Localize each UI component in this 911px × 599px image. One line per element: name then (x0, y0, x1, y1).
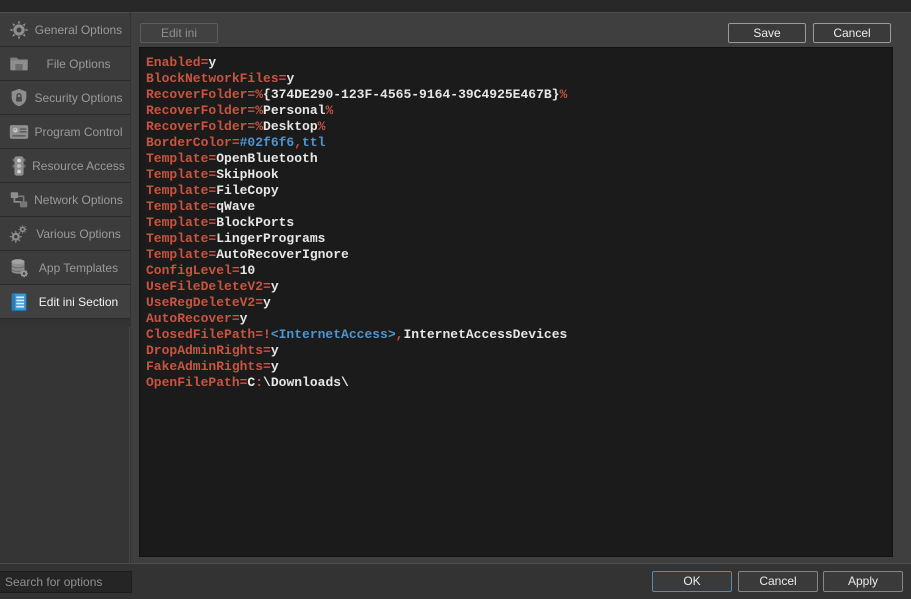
ini-line: ClosedFilePath=!<InternetAccess>,Interne… (146, 327, 892, 343)
folder-icon (7, 52, 31, 76)
ini-editor[interactable]: Enabled=yBlockNetworkFiles=yRecoverFolde… (139, 47, 893, 557)
sidebar-item-label: File Options (31, 57, 130, 71)
ini-line: DropAdminRights=y (146, 343, 892, 359)
sidebar-item-security-options[interactable]: Security Options (0, 81, 130, 115)
ini-line: UseRegDeleteV2=y (146, 295, 892, 311)
sidebar-item-network-options[interactable]: Network Options (0, 183, 130, 217)
save-button[interactable]: Save (728, 23, 806, 43)
ini-line: Template=FileCopy (146, 183, 892, 199)
ini-line: Template=SkipHook (146, 167, 892, 183)
options-sidebar: General Options File Options Security Op… (0, 12, 130, 319)
sidebar-item-various-options[interactable]: Various Options (0, 217, 130, 251)
sidebar-item-general-options[interactable]: General Options (0, 13, 130, 47)
sidebar-item-label: Security Options (31, 91, 130, 105)
sidebar-item-label: Program Control (31, 125, 130, 139)
apply-button[interactable]: Apply (823, 571, 903, 592)
notebook-icon (7, 290, 31, 314)
edit-ini-button[interactable]: Edit ini (140, 23, 218, 43)
traffic-light-icon (7, 154, 31, 178)
ini-line: AutoRecover=y (146, 311, 892, 327)
cancel-button-bottom[interactable]: Cancel (738, 571, 818, 592)
ini-line: Enabled=y (146, 55, 892, 71)
ini-line: FakeAdminRights=y (146, 359, 892, 375)
sidebar-item-label: Resource Access (31, 159, 130, 173)
search-input[interactable] (0, 571, 132, 593)
ini-line: RecoverFolder=%{374DE290-123F-4565-9164-… (146, 87, 892, 103)
ok-button[interactable]: OK (652, 571, 732, 592)
sidebar-empty-area (0, 327, 130, 563)
ini-line: ConfigLevel=10 (146, 263, 892, 279)
sidebar-item-program-control[interactable]: Program Control (0, 115, 130, 149)
sidebar-item-file-options[interactable]: File Options (0, 47, 130, 81)
database-icon (7, 256, 31, 280)
sidebar-item-label: Network Options (31, 193, 130, 207)
ini-line: OpenFilePath=C:\Downloads\ (146, 375, 892, 391)
sidebar-item-edit-ini-section[interactable]: Edit ini Section (0, 285, 130, 319)
sidebar-item-app-templates[interactable]: App Templates (0, 251, 130, 285)
gears-icon (7, 222, 31, 246)
ini-line: Template=OpenBluetooth (146, 151, 892, 167)
bottom-bar: OK Cancel Apply (0, 563, 911, 599)
window-top-edge (0, 0, 911, 12)
ini-line: Template=BlockPorts (146, 215, 892, 231)
sidebar-item-label: App Templates (31, 261, 130, 275)
cancel-button-top[interactable]: Cancel (813, 23, 891, 43)
ini-line: RecoverFolder=%Desktop% (146, 119, 892, 135)
sidebar-item-label: General Options (31, 23, 130, 37)
sidebar-item-label: Edit ini Section (31, 295, 130, 309)
ini-line: Template=LingerPrograms (146, 231, 892, 247)
ini-line: Template=qWave (146, 199, 892, 215)
gear-icon (7, 18, 31, 42)
ini-line: UseFileDeleteV2=y (146, 279, 892, 295)
ini-line: BlockNetworkFiles=y (146, 71, 892, 87)
ini-line: RecoverFolder=%Personal% (146, 103, 892, 119)
ini-line: Template=AutoRecoverIgnore (146, 247, 892, 263)
program-window-icon (7, 120, 31, 144)
ini-line: BorderColor=#02f6f6,ttl (146, 135, 892, 151)
edit-ini-panel: Edit ini Save Cancel Enabled=yBlockNetwo… (131, 12, 911, 563)
sidebar-item-resource-access[interactable]: Resource Access (0, 149, 130, 183)
shield-lock-icon (7, 86, 31, 110)
network-nodes-icon (7, 188, 31, 212)
sidebar-item-label: Various Options (31, 227, 130, 241)
